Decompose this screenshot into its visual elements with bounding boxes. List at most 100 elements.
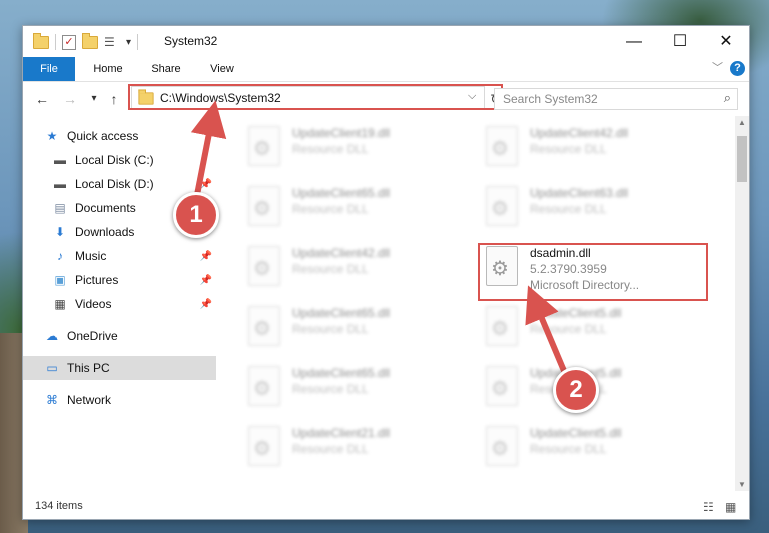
vertical-scrollbar[interactable]: ▲ ▼ — [735, 116, 749, 491]
tab-home[interactable]: Home — [83, 57, 133, 81]
drive-icon: ▬ — [54, 177, 66, 191]
file-description: Resource DLL — [292, 322, 369, 336]
sidebar-item-music[interactable]: ♪ Music 📌 — [23, 244, 216, 268]
up-button[interactable]: ↑ — [105, 90, 123, 108]
tab-view[interactable]: View — [199, 57, 245, 81]
search-input[interactable]: Search System32 ⌕ — [494, 88, 738, 110]
scroll-up-icon[interactable]: ▲ — [735, 118, 749, 127]
file-name: UpdateClient21.dll — [292, 426, 391, 440]
pin-icon[interactable]: 📌 — [200, 299, 212, 310]
dll-file-icon — [248, 366, 280, 406]
star-icon: ★ — [46, 129, 58, 143]
pin-icon[interactable]: 📌 — [200, 251, 212, 262]
sidebar-item-videos[interactable]: ▦ Videos 📌 — [23, 292, 216, 316]
file-description: Resource DLL — [530, 442, 607, 456]
sidebar-item-local-disk-d[interactable]: ▬ Local Disk (D:) 📌 — [23, 172, 216, 196]
step-badge-1: 1 — [173, 192, 219, 238]
file-item[interactable]: UpdateClient5.dll Resource DLL — [486, 422, 716, 472]
large-icons-view-icon[interactable]: ▦ — [725, 500, 736, 514]
file-description: Resource DLL — [292, 142, 369, 156]
file-item[interactable]: UpdateClient21.dll Resource DLL — [248, 422, 478, 472]
file-item[interactable]: UpdateClient42.dll Resource DLL — [248, 242, 478, 292]
file-name: UpdateClient5.dll — [530, 306, 622, 320]
window-title: System32 — [164, 34, 218, 48]
status-bar: 134 items ☷ ▦ — [23, 495, 749, 519]
pictures-icon: ▣ — [54, 273, 66, 287]
tab-share[interactable]: Share — [141, 57, 191, 81]
sidebar-item-label: Network — [67, 393, 112, 407]
sidebar-item-quick-access[interactable]: ★ Quick access — [23, 124, 216, 148]
dll-file-icon — [486, 306, 518, 346]
file-list: UpdateClient19.dll Resource DLL UpdateCl… — [234, 116, 736, 491]
network-icon: ⌘ — [46, 393, 58, 407]
downloads-icon: ⬇ — [54, 225, 66, 239]
sidebar-item-label: OneDrive — [67, 329, 118, 343]
file-description: Resource DLL — [292, 202, 369, 216]
properties-icon[interactable]: ✓ — [62, 34, 76, 50]
address-highlight-box — [128, 84, 503, 110]
pin-icon[interactable]: 📌 — [200, 275, 212, 286]
file-item[interactable]: UpdateClient19.dll Resource DLL — [248, 122, 478, 172]
sidebar-item-label: Local Disk (D:) — [75, 177, 154, 191]
file-item[interactable]: UpdateClient42.dll Resource DLL — [486, 122, 716, 172]
file-name: UpdateClient19.dll — [292, 126, 391, 140]
customize-icon[interactable]: ☰ — [104, 36, 120, 48]
new-folder-icon[interactable] — [82, 32, 98, 49]
folder-icon[interactable] — [33, 32, 49, 49]
minimize-button[interactable]: — — [611, 26, 657, 57]
sidebar-item-local-disk-c[interactable]: ▬ Local Disk (C:) — [23, 148, 216, 172]
file-name: UpdateClient65.dll — [292, 366, 391, 380]
scroll-down-icon[interactable]: ▼ — [735, 480, 749, 489]
computer-icon: ▭ — [46, 361, 58, 375]
toolbar-divider — [55, 34, 56, 50]
dll-file-icon — [248, 306, 280, 346]
file-item[interactable]: UpdateClient65.dll Resource DLL — [248, 302, 478, 352]
file-item[interactable]: UpdateClient63.dll Resource DLL — [486, 182, 716, 232]
ribbon-collapse-icon[interactable]: ﹀ — [712, 59, 723, 75]
sidebar-item-pictures[interactable]: ▣ Pictures 📌 — [23, 268, 216, 292]
maximize-button[interactable]: ☐ — [657, 26, 703, 57]
close-button[interactable]: ✕ — [703, 26, 749, 57]
sidebar-item-label: This PC — [67, 361, 110, 375]
file-item[interactable]: UpdateClient65.dll Resource DLL — [248, 362, 478, 412]
toolbar-divider — [137, 34, 139, 50]
file-item[interactable]: UpdateClient5.dll Resource DLL — [486, 362, 716, 412]
help-icon[interactable]: ? — [730, 61, 745, 76]
pin-icon[interactable]: 📌 — [200, 179, 212, 190]
file-item[interactable]: UpdateClient65.dll Resource DLL — [248, 182, 478, 232]
quick-access-dropdown-icon[interactable]: ▾ — [126, 37, 131, 48]
title-bar: ✓ ☰ ▾ System32 — ☐ ✕ — [23, 26, 749, 57]
dll-file-icon — [248, 246, 280, 286]
item-count: 134 items — [35, 500, 83, 512]
music-icon: ♪ — [57, 249, 63, 263]
back-button[interactable]: ← — [33, 90, 51, 108]
details-view-icon[interactable]: ☷ — [703, 500, 714, 514]
file-description: Resource DLL — [292, 442, 369, 456]
sidebar-item-label: Quick access — [67, 129, 139, 143]
sidebar-item-network[interactable]: ⌘ Network — [23, 388, 216, 412]
navigation-pane: ★ Quick access ▬ Local Disk (C:) ▬ Local… — [23, 116, 216, 491]
ribbon-tabs: File Home Share View ﹀ ? — [23, 57, 749, 82]
forward-button[interactable]: → — [61, 90, 79, 108]
documents-icon: ▤ — [54, 201, 66, 215]
sidebar-item-label: Downloads — [75, 225, 135, 239]
dll-file-icon — [486, 186, 518, 226]
recent-locations-button[interactable]: ▾ — [85, 90, 103, 108]
sidebar-item-label: Videos — [75, 297, 112, 311]
scrollbar-thumb[interactable] — [737, 136, 747, 182]
sidebar-item-label: Local Disk (C:) — [75, 153, 154, 167]
videos-icon: ▦ — [54, 297, 66, 311]
file-name: UpdateClient63.dll — [530, 186, 629, 200]
sidebar-item-onedrive[interactable]: ☁ OneDrive — [23, 324, 216, 348]
file-name: UpdateClient42.dll — [530, 126, 629, 140]
dll-file-icon — [486, 366, 518, 406]
file-item[interactable]: UpdateClient5.dll Resource DLL — [486, 302, 716, 352]
sidebar-item-this-pc[interactable]: ▭ This PC — [23, 356, 216, 380]
file-name: UpdateClient5.dll — [530, 426, 622, 440]
file-name: UpdateClient42.dll — [292, 246, 391, 260]
search-icon[interactable]: ⌕ — [724, 90, 731, 106]
file-description: Resource DLL — [292, 382, 369, 396]
tab-file[interactable]: File — [23, 57, 75, 81]
file-description: Resource DLL — [530, 322, 607, 336]
file-description: Resource DLL — [530, 142, 607, 156]
